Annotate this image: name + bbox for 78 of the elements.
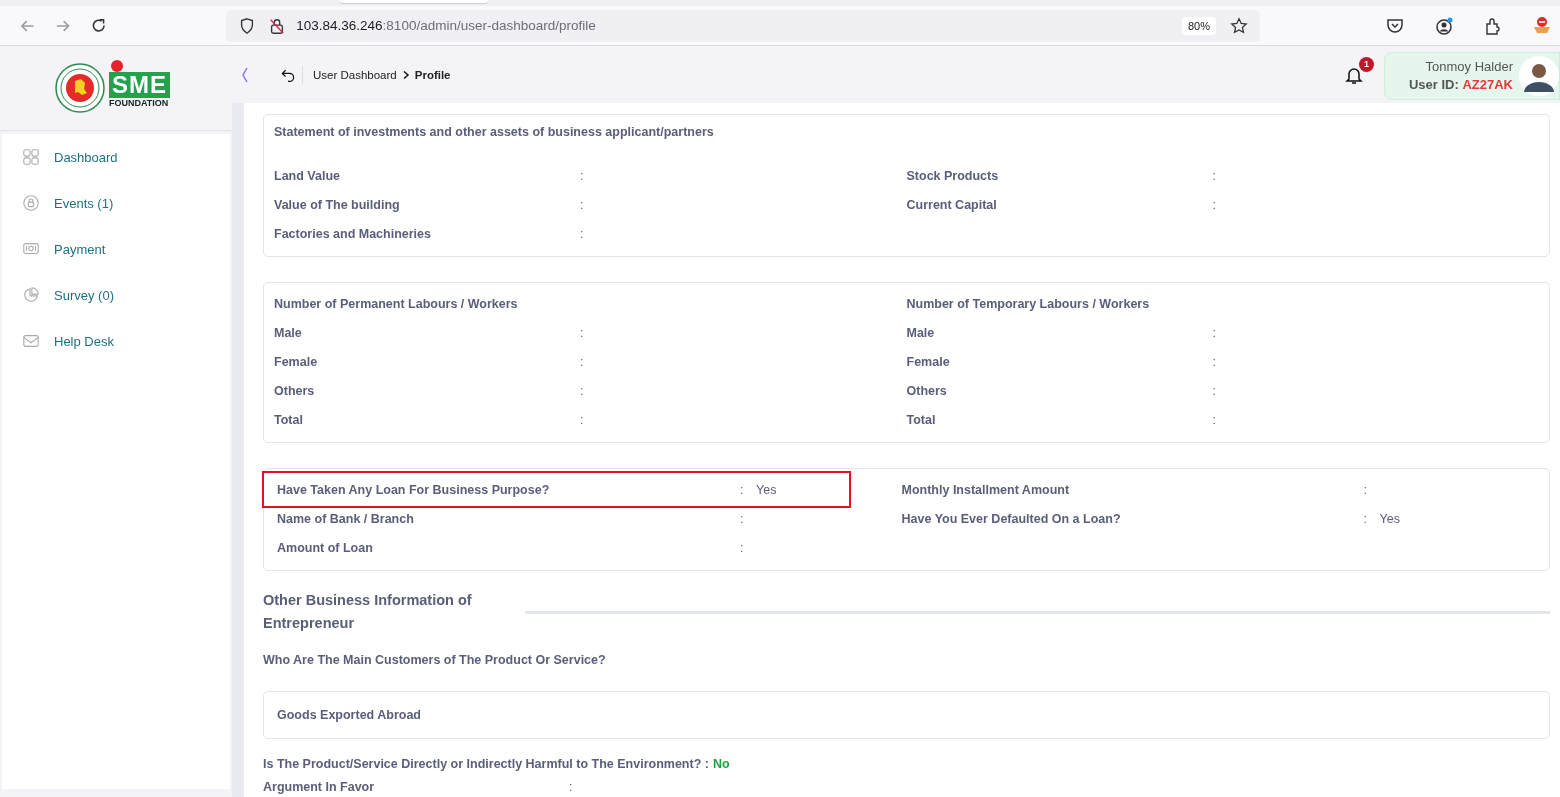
field-label: Others	[274, 383, 316, 398]
field-separator: :	[740, 511, 745, 526]
field-label: Have You Ever Defaulted On a Loan?	[901, 511, 1122, 526]
field-separator: :	[1212, 168, 1217, 183]
card-title: Statement of investments and other assets of business applicant/partners	[274, 125, 715, 139]
logo-dot	[111, 60, 123, 72]
field-label: Male	[274, 325, 303, 340]
field-separator: :	[580, 383, 585, 398]
field-separator: :	[1363, 511, 1368, 526]
scrollbar-track[interactable]	[232, 103, 244, 797]
star-icon[interactable]	[1230, 16, 1248, 35]
breadcrumb-link[interactable]: User Dashboard	[313, 68, 397, 81]
field-label: Female	[906, 354, 951, 369]
sidebar-item[interactable]: Survey (0)	[2, 272, 230, 318]
field-separator: :	[580, 168, 585, 183]
field-separator: :	[740, 482, 745, 497]
field-separator: :	[1212, 383, 1217, 398]
pie-chart-icon	[22, 286, 40, 304]
field-label: Current Capital	[906, 197, 998, 212]
emblem-icon	[55, 63, 105, 113]
logo-text: SME	[109, 72, 170, 98]
card-title: Goods Exported Abroad	[277, 708, 421, 722]
field-label: Total	[906, 412, 937, 427]
field-separator: :	[740, 540, 745, 555]
extensions-icon[interactable]	[1483, 15, 1503, 36]
field-label: Argument In Favor	[263, 780, 376, 794]
question-label: Who Are The Main Customers of The Product Or Service?	[263, 653, 607, 667]
sidebar-item[interactable]: Events (1)	[2, 180, 230, 226]
field-separator: :	[580, 354, 585, 369]
avatar-icon	[1519, 55, 1559, 96]
zoom-level[interactable]: 80%	[1181, 16, 1216, 35]
field-separator: :	[580, 226, 585, 241]
column-heading: Number of Permanent Labours / Workers	[274, 295, 519, 313]
notification-count: 1	[1358, 56, 1374, 72]
field-label: Female	[274, 354, 319, 369]
field-separator: :	[1212, 412, 1217, 427]
column-heading: Number of Temporary Labours / Workers	[906, 295, 1151, 313]
user-id: AZ27AK	[1462, 77, 1513, 92]
sidebar-item[interactable]: Help Desk	[2, 318, 230, 364]
logo-subtext: FOUNDATION	[109, 98, 169, 108]
question-label: Is The Product/Service Directly or Indirectly Harmful to The Environment? :	[263, 757, 709, 773]
breadcrumb-link[interactable]: Profile	[414, 68, 451, 81]
field-separator: :	[1212, 197, 1217, 212]
user-name: Tonmoy Halder	[1425, 59, 1513, 74]
field-label: Others	[906, 383, 948, 398]
envelope-icon	[22, 332, 40, 350]
field-label: Amount of Loan	[277, 540, 374, 555]
field-label: Monthly Installment Amount	[901, 482, 1071, 497]
extension-blocked-icon[interactable]	[1532, 15, 1552, 36]
field-separator: :	[580, 412, 585, 427]
field-label: Have Taken Any Loan For Business Purpose?	[277, 482, 551, 497]
field-separator: :	[1212, 354, 1217, 369]
field-value: Yes	[756, 482, 777, 497]
field-label: Value of The building	[274, 197, 401, 212]
insecure-lock-icon[interactable]	[268, 16, 287, 35]
sidebar-item[interactable]: Dashboard	[2, 134, 230, 180]
field-label: Stock Products	[906, 168, 1000, 183]
field-label: Land Value	[274, 168, 341, 183]
field-separator: :	[580, 325, 585, 340]
field-separator: :	[569, 780, 574, 794]
lock-icon	[22, 194, 40, 212]
field-label: Factories and Machineries	[274, 226, 432, 241]
field-value: Yes	[1379, 511, 1400, 526]
user-id-label: User ID:	[1408, 77, 1459, 92]
field-separator: :	[580, 197, 585, 212]
answer-value: No	[712, 757, 730, 773]
section-heading: Other Business Information of Entrepreneur	[263, 591, 473, 633]
account-icon[interactable]	[1434, 15, 1454, 36]
grid-icon	[22, 148, 40, 166]
field-separator: :	[1363, 482, 1368, 497]
field-label: Total	[274, 412, 304, 427]
field-label: Male	[906, 325, 936, 340]
user-card[interactable]: Tonmoy Halder User ID: AZ27AK	[1383, 51, 1560, 100]
sidebar-item[interactable]: Payment	[2, 226, 230, 272]
field-separator: :	[1212, 325, 1217, 340]
url-text: 103.84.36.246:8100/admin/user-dashboard/profile	[296, 18, 597, 33]
address-bar[interactable]: 103.84.36.246:8100/admin/user-dashboard/profile 80%	[226, 9, 1260, 42]
field-label: Name of Bank / Branch	[277, 511, 415, 526]
